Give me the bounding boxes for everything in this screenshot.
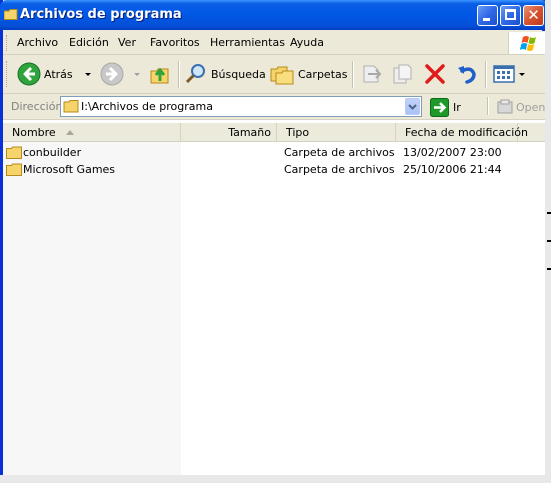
- back-dropdown-icon[interactable]: [84, 72, 91, 76]
- menu-ver[interactable]: Ver: [118, 36, 136, 49]
- undo-icon: [458, 66, 476, 84]
- toolbar-separator: [352, 61, 354, 88]
- forward-button[interactable]: [100, 61, 140, 87]
- address-separator: [487, 97, 489, 115]
- file-list[interactable]: Nombre Tamaño Tipo Fecha de modificación…: [3, 120, 545, 477]
- menu-favoritos[interactable]: Favoritos: [150, 36, 200, 49]
- menu-grip: [6, 35, 10, 51]
- table-row[interactable]: Microsoft Games Carpeta de archivos 25/1…: [3, 161, 545, 178]
- back-arrow-icon: [17, 62, 41, 86]
- edge-mark: [547, 212, 551, 214]
- column-name-label: Nombre: [12, 126, 56, 139]
- background-edge: [0, 475, 551, 483]
- title-bar[interactable]: Archivos de programa ✕: [0, 0, 548, 30]
- edge-mark: [547, 268, 551, 270]
- menu-archivo[interactable]: Archivo: [17, 36, 58, 49]
- close-button[interactable]: ✕: [523, 5, 544, 26]
- go-arrow-icon: [430, 97, 449, 117]
- column-header-modified[interactable]: Fecha de modificación: [396, 123, 528, 141]
- forward-arrow-icon: [100, 62, 124, 86]
- column-header: Nombre Tamaño Tipo Fecha de modificación: [3, 123, 545, 142]
- go-button[interactable]: Ir: [430, 97, 461, 117]
- copy-to-icon: [393, 64, 412, 84]
- table-row[interactable]: conbuilder Carpeta de archivos 13/02/200…: [3, 144, 545, 161]
- column-header-type[interactable]: Tipo: [277, 123, 396, 141]
- magnifier-icon: [185, 64, 205, 84]
- menu-herramientas[interactable]: Herramientas: [210, 36, 285, 49]
- toolbar-grip: [6, 61, 10, 87]
- delete-button[interactable]: [423, 61, 447, 87]
- open-icon: [497, 99, 513, 114]
- column-size-label: Tamaño: [228, 126, 271, 139]
- address-input[interactable]: I:\Archivos de programa: [60, 96, 422, 117]
- folder-icon: [4, 9, 18, 20]
- back-button[interactable]: Atrás: [17, 61, 91, 87]
- views-dropdown-icon: [519, 72, 525, 76]
- folders-button[interactable]: Carpetas: [269, 61, 347, 87]
- toolbar-separator: [485, 61, 487, 88]
- views-icon: [493, 65, 515, 83]
- folders-label: Carpetas: [298, 67, 348, 81]
- go-label: Ir: [453, 100, 461, 114]
- forward-dropdown-icon: [134, 72, 140, 76]
- open-label: Open: [516, 100, 546, 114]
- open-button[interactable]: Open: [497, 97, 545, 117]
- sort-ascending-icon: [65, 130, 74, 135]
- address-label: Dirección: [11, 100, 63, 113]
- search-label: Búsqueda: [211, 67, 266, 81]
- column-type-label: Tipo: [286, 126, 310, 139]
- row-name: Microsoft Games: [23, 163, 116, 176]
- copy-to-button[interactable]: [391, 61, 415, 87]
- up-folder-icon: [150, 67, 169, 84]
- move-to-button[interactable]: [360, 61, 384, 87]
- edge-mark: [547, 240, 551, 242]
- background-edge: [545, 0, 551, 483]
- back-label: Atrás: [44, 67, 73, 81]
- minimize-icon: [483, 18, 490, 21]
- explorer-window: Archivos de programa ✕ Archivo Edición V…: [0, 0, 548, 477]
- standard-toolbar: Atrás Búsqueda Carpetas: [3, 55, 545, 94]
- maximize-button[interactable]: [500, 5, 521, 26]
- folders-icon: [270, 66, 294, 85]
- move-to-icon: [363, 65, 382, 83]
- toolbar-separator: [178, 61, 180, 88]
- address-bar: Dirección I:\Archivos de programa Ir Ope…: [3, 94, 545, 120]
- up-button[interactable]: [148, 61, 172, 87]
- address-value: I:\Archivos de programa: [81, 100, 213, 113]
- menu-edicion[interactable]: Edición: [69, 36, 109, 49]
- row-modified: 13/02/2007 23:00: [403, 146, 502, 159]
- close-icon: ✕: [527, 6, 540, 24]
- address-dropdown-button[interactable]: [405, 98, 420, 115]
- search-button[interactable]: Búsqueda: [184, 61, 266, 87]
- folder-icon: [6, 146, 22, 159]
- views-button[interactable]: [492, 61, 525, 87]
- column-modified-label: Fecha de modificación: [405, 126, 529, 139]
- windows-logo-icon: [508, 32, 547, 54]
- menu-ayuda[interactable]: Ayuda: [290, 36, 324, 49]
- menu-bar: Archivo Edición Ver Favoritos Herramient…: [3, 31, 547, 55]
- row-type: Carpeta de archivos: [284, 146, 395, 159]
- row-type: Carpeta de archivos: [284, 163, 395, 176]
- folder-icon: [6, 163, 22, 176]
- column-header-name[interactable]: Nombre: [3, 123, 181, 141]
- name-column-background: [3, 142, 181, 477]
- folder-icon: [63, 100, 79, 113]
- window-title: Archivos de programa: [20, 7, 182, 22]
- row-name: conbuilder: [23, 146, 82, 159]
- undo-button[interactable]: [455, 61, 479, 87]
- maximize-icon: [505, 9, 516, 20]
- row-modified: 25/10/2006 21:44: [403, 163, 502, 176]
- minimize-button[interactable]: [477, 5, 498, 26]
- chevron-down-icon: [408, 104, 417, 110]
- delete-x-icon: [425, 64, 445, 84]
- column-header-size[interactable]: Tamaño: [181, 123, 277, 141]
